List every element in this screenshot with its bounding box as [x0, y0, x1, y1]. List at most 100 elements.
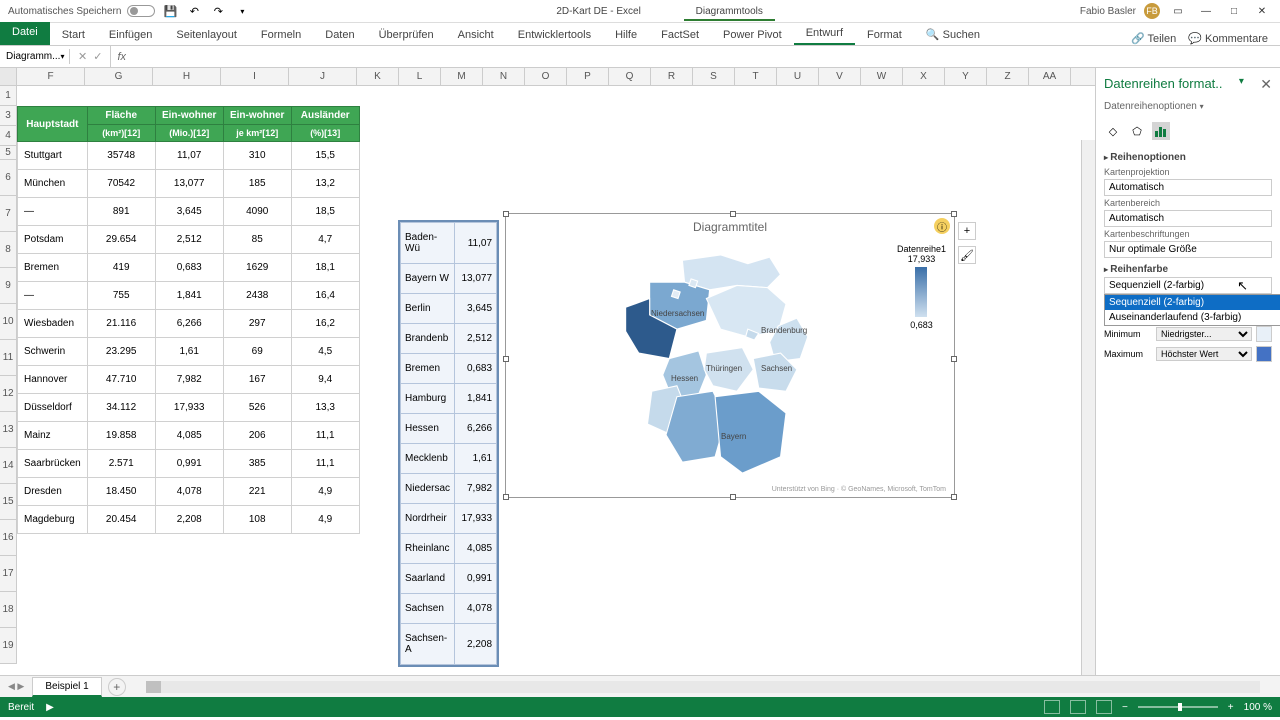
cell[interactable]: 0,991	[155, 450, 223, 478]
projection-select[interactable]	[1104, 179, 1272, 196]
cell[interactable]: 2,512	[455, 324, 497, 354]
table-row[interactable]: —7551,841243816,4	[18, 282, 360, 310]
min-select[interactable]: Niedrigster...	[1156, 327, 1252, 341]
save-icon[interactable]: 💾	[161, 2, 179, 20]
row-header[interactable]: 7	[0, 196, 17, 232]
cell[interactable]: 0,991	[455, 564, 497, 594]
comments-button[interactable]: 💬 Kommentare	[1188, 32, 1268, 45]
cell[interactable]: 4,9	[291, 506, 359, 534]
row-header[interactable]: 11	[0, 340, 17, 376]
col-header[interactable]: F	[17, 68, 85, 85]
col-header[interactable]: Z	[987, 68, 1029, 85]
cell[interactable]: 19.858	[87, 422, 155, 450]
cell[interactable]: 17,933	[155, 394, 223, 422]
cell[interactable]: 4,085	[155, 422, 223, 450]
cell[interactable]: Schwerin	[18, 338, 88, 366]
cell[interactable]: 2,512	[155, 226, 223, 254]
min-color-chip[interactable]	[1256, 326, 1272, 342]
cell[interactable]: 29.654	[87, 226, 155, 254]
qat-more-icon[interactable]: ▾	[233, 2, 251, 20]
cell[interactable]: 11,1	[291, 422, 359, 450]
col-header[interactable]: X	[903, 68, 945, 85]
table-row[interactable]: München7054213,07718513,2	[18, 170, 360, 198]
cell[interactable]: München	[18, 170, 88, 198]
col-header[interactable]: AA	[1029, 68, 1071, 85]
cell[interactable]: 6,266	[455, 414, 497, 444]
zoom-in-icon[interactable]: +	[1228, 702, 1234, 713]
minimize-icon[interactable]: —	[1196, 2, 1216, 20]
cancel-formula-icon[interactable]: ✕	[78, 50, 87, 63]
name-box[interactable]: Diagramm...▾	[0, 49, 70, 64]
share-button[interactable]: 🔗 Teilen	[1131, 32, 1176, 45]
table-row[interactable]: Schwerin23.2951,61694,5	[18, 338, 360, 366]
cell[interactable]: 3,645	[155, 198, 223, 226]
cell[interactable]: 4,085	[455, 534, 497, 564]
cell[interactable]: 35748	[87, 142, 155, 170]
avatar[interactable]: FB	[1144, 3, 1160, 19]
row-header[interactable]: 4	[0, 126, 17, 146]
cell[interactable]: 1,61	[455, 444, 497, 474]
col-header[interactable]: P	[567, 68, 609, 85]
cell[interactable]: 0,683	[455, 354, 497, 384]
col-header[interactable]: Q	[609, 68, 651, 85]
helper-table[interactable]: Baden-Wü11,07Bayern W13,077Berlin3,645Br…	[398, 220, 499, 667]
cell[interactable]: 69	[223, 338, 291, 366]
file-tab[interactable]: Datei	[0, 22, 50, 45]
sheet-area[interactable]: F G H I J K L M N O P Q R S T U V W X Y …	[0, 68, 1095, 675]
cell[interactable]: Bayern W	[401, 264, 455, 294]
dropdown-option[interactable]: Auseinanderlaufend (3-farbig)	[1105, 310, 1280, 325]
cell[interactable]: 167	[223, 366, 291, 394]
chart-title[interactable]: Diagrammtitel	[506, 214, 954, 240]
row-header[interactable]: 9	[0, 268, 17, 304]
cell[interactable]: Rheinlanc	[401, 534, 455, 564]
vertical-scrollbar[interactable]	[1081, 140, 1095, 675]
cell[interactable]: 4,7	[291, 226, 359, 254]
cell[interactable]: 755	[87, 282, 155, 310]
cell[interactable]: Saarland	[401, 564, 455, 594]
cell[interactable]: 3,645	[455, 294, 497, 324]
cell[interactable]: 6,266	[155, 310, 223, 338]
cell[interactable]: 18.450	[87, 478, 155, 506]
cell[interactable]: 4,078	[455, 594, 497, 624]
data-table[interactable]: Hauptstadt Fläche Ein-wohner Ein-wohner …	[17, 106, 360, 534]
cell[interactable]: 15,5	[291, 142, 359, 170]
row-header[interactable]: 10	[0, 304, 17, 340]
cell[interactable]: 419	[87, 254, 155, 282]
cell[interactable]: 4,9	[291, 478, 359, 506]
tab-pagelayout[interactable]: Seitenlayout	[164, 25, 249, 45]
cell[interactable]: Bremen	[401, 354, 455, 384]
redo-icon[interactable]: ↷	[209, 2, 227, 20]
cell[interactable]: —	[18, 198, 88, 226]
row-header[interactable]: 15	[0, 484, 17, 520]
accept-formula-icon[interactable]: ✓	[93, 50, 102, 63]
sheet-nav-icon[interactable]: ◀ ▶	[0, 681, 32, 692]
tab-formulas[interactable]: Formeln	[249, 25, 313, 45]
context-tab[interactable]: Diagrammtools	[684, 4, 775, 21]
cell[interactable]: 16,2	[291, 310, 359, 338]
max-select[interactable]: Höchster Wert	[1156, 347, 1252, 361]
series-options-icon[interactable]	[1152, 122, 1170, 140]
cell[interactable]: 4090	[223, 198, 291, 226]
cell[interactable]: Saarbrücken	[18, 450, 88, 478]
cell[interactable]: 18,5	[291, 198, 359, 226]
cell[interactable]: Brandenb	[401, 324, 455, 354]
cell[interactable]: 4,078	[155, 478, 223, 506]
cell[interactable]: Sachsen	[401, 594, 455, 624]
tab-start[interactable]: Start	[50, 25, 97, 45]
add-sheet-button[interactable]: +	[108, 678, 126, 696]
cell[interactable]: 2.571	[87, 450, 155, 478]
cell[interactable]: 108	[223, 506, 291, 534]
cell[interactable]: 85	[223, 226, 291, 254]
formula-input[interactable]	[126, 49, 1280, 64]
cell[interactable]: 1,841	[455, 384, 497, 414]
cell[interactable]: 1629	[223, 254, 291, 282]
section-series-color[interactable]: Reihenfarbe	[1104, 258, 1272, 277]
cell[interactable]: 2,208	[455, 624, 497, 665]
cell[interactable]: 70542	[87, 170, 155, 198]
cell[interactable]: Niedersac	[401, 474, 455, 504]
color-scheme-select[interactable]	[1104, 277, 1272, 294]
horizontal-scrollbar[interactable]	[146, 681, 1260, 693]
chart-elements-icon[interactable]: +	[958, 222, 976, 240]
maximize-icon[interactable]: □	[1224, 2, 1244, 20]
col-header[interactable]: Y	[945, 68, 987, 85]
